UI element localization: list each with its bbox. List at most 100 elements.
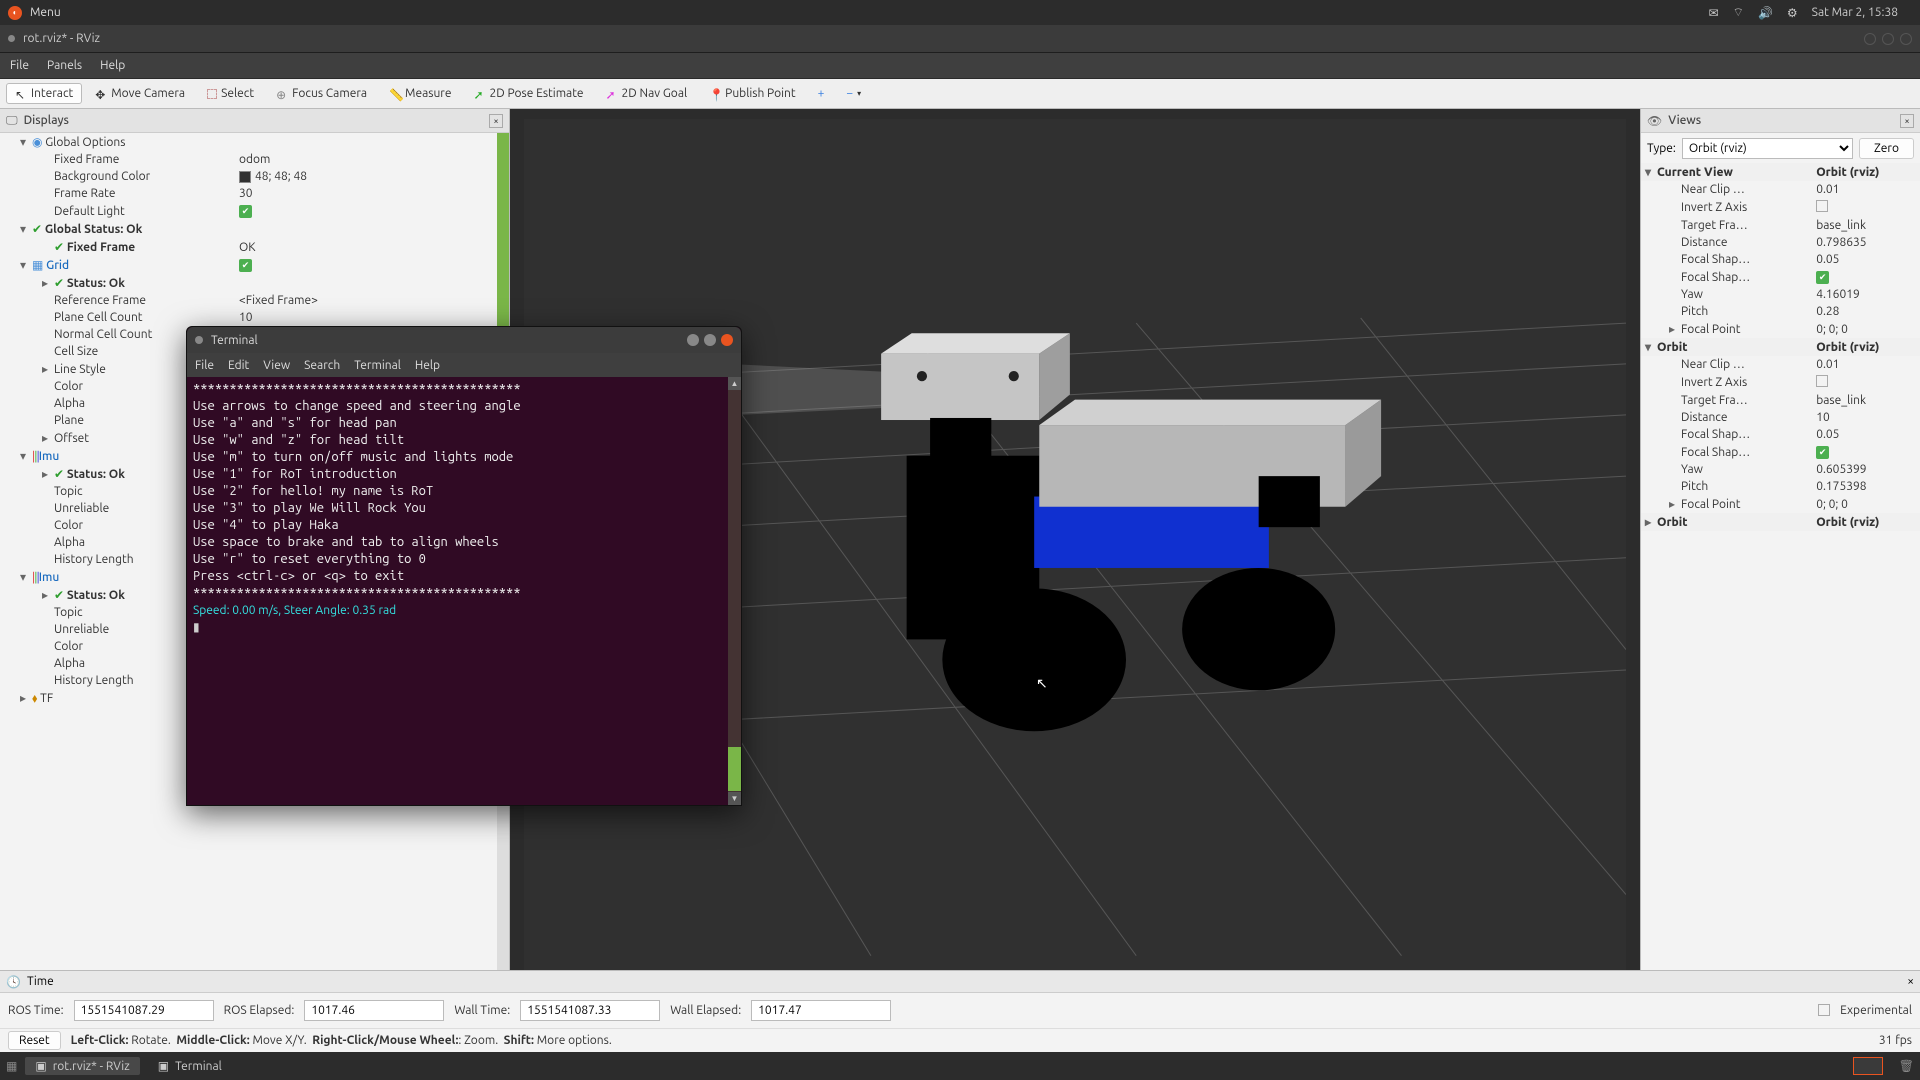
close-icon[interactable] <box>1900 33 1912 45</box>
views-tree[interactable]: ▾Current ViewOrbit (rviz)Near Clip …0.01… <box>1641 163 1920 984</box>
term-minimize-icon[interactable] <box>687 334 699 346</box>
pose-estimate-button[interactable]: ➚2D Pose Estimate <box>464 83 592 104</box>
panel-close-icon[interactable]: × <box>489 114 503 128</box>
minimize-icon[interactable] <box>1864 33 1876 45</box>
view-row[interactable]: Pitch0.175398 <box>1641 478 1920 495</box>
nav-goal-button[interactable]: ➚2D Nav Goal <box>597 83 697 104</box>
mail-icon[interactable]: ✉ <box>1709 6 1719 20</box>
view-row[interactable]: Focal Shap…0.05 <box>1641 426 1920 443</box>
toolbar: ↖Interact ✥Move Camera Select ⊕Focus Cam… <box>0 79 1920 109</box>
tree-row[interactable]: ▾▦ Grid✔ <box>0 256 509 274</box>
wifi-icon[interactable]: ⌔ <box>1733 5 1744 20</box>
view-row[interactable]: Focal Shap…✔ <box>1641 443 1920 461</box>
measure-button[interactable]: 📏Measure <box>380 83 460 104</box>
menu-help[interactable]: Help <box>100 59 125 72</box>
term-menu-view[interactable]: View <box>263 359 290 372</box>
reset-button[interactable]: Reset <box>8 1031 61 1050</box>
view-row[interactable]: Yaw0.605399 <box>1641 461 1920 478</box>
tree-row[interactable]: ▾✔ Global Status: Ok <box>0 220 509 238</box>
trash-icon[interactable]: 🗑 <box>1899 1059 1914 1073</box>
move-camera-button[interactable]: ✥Move Camera <box>86 83 194 104</box>
show-desktop-icon[interactable]: ▦ <box>6 1059 17 1073</box>
view-header-row[interactable]: ▸OrbitOrbit (rviz) <box>1641 513 1920 531</box>
tree-row[interactable]: ✔ Fixed FrameOK <box>0 238 509 256</box>
view-row[interactable]: Focal Shap…0.05 <box>1641 251 1920 268</box>
view-header-row[interactable]: ▾Current ViewOrbit (rviz) <box>1641 163 1920 181</box>
view-row[interactable]: Near Clip …0.01 <box>1641 181 1920 198</box>
term-menu-terminal[interactable]: Terminal <box>354 359 401 372</box>
tree-row[interactable]: ▸✔ Status: Ok <box>0 274 509 292</box>
focus-camera-button[interactable]: ⊕Focus Camera <box>267 83 376 104</box>
view-row[interactable]: Target Fra…base_link <box>1641 392 1920 409</box>
view-type-select[interactable]: Orbit (rviz) <box>1682 138 1853 159</box>
zero-button[interactable]: Zero <box>1859 138 1914 159</box>
scroll-up-icon[interactable]: ▲ <box>728 377 741 390</box>
term-close-icon[interactable] <box>721 334 733 346</box>
workspace-switcher[interactable] <box>1853 1057 1883 1075</box>
tree-row[interactable]: ▾◉ Global Options <box>0 133 509 151</box>
wall-time-field[interactable] <box>520 1000 660 1021</box>
view-row[interactable]: Target Fra…base_link <box>1641 217 1920 234</box>
tree-row[interactable]: Reference Frame<Fixed Frame> <box>0 292 509 309</box>
menu-label[interactable]: Menu <box>30 6 61 19</box>
tree-row[interactable]: Background Color48; 48; 48 <box>0 168 509 185</box>
term-menu-search[interactable]: Search <box>304 359 340 372</box>
view-row[interactable]: Invert Z Axis <box>1641 373 1920 392</box>
view-row[interactable]: Focal Shap…✔ <box>1641 268 1920 286</box>
remove-tool-button[interactable]: −▾ <box>837 83 870 104</box>
view-row[interactable]: ▸Focal Point0; 0; 0 <box>1641 495 1920 513</box>
tree-row[interactable]: Plane Cell Count10 <box>0 309 509 326</box>
time-close-icon[interactable]: × <box>1907 975 1914 988</box>
view-row[interactable]: Invert Z Axis <box>1641 198 1920 217</box>
ros-time-field[interactable] <box>74 1000 214 1021</box>
view-row[interactable]: Distance10 <box>1641 409 1920 426</box>
clock[interactable]: Sat Mar 2, 15:38 <box>1812 6 1898 19</box>
publish-point-button[interactable]: 📍Publish Point <box>700 83 804 104</box>
system-topbar: ◐ Menu ✉ ⌔ 🔊 ⚙ Sat Mar 2, 15:38 <box>0 0 1920 25</box>
view-header-row[interactable]: ▾OrbitOrbit (rviz) <box>1641 338 1920 356</box>
terminal-output[interactable]: ****************************************… <box>187 377 741 805</box>
displays-header[interactable]: 🖵 Displays × <box>0 109 509 133</box>
views-close-icon[interactable]: × <box>1900 114 1914 128</box>
gear-icon[interactable]: ⚙ <box>1787 6 1798 20</box>
term-menu-help[interactable]: Help <box>415 359 440 372</box>
ubuntu-logo-icon[interactable]: ◐ <box>8 6 22 20</box>
term-maximize-icon[interactable] <box>704 334 716 346</box>
view-row[interactable]: Yaw4.16019 <box>1641 286 1920 303</box>
ros-time-label: ROS Time: <box>8 1004 64 1017</box>
imu-icon: ||| <box>32 570 39 584</box>
views-panel: 👁 Views × Type: Orbit (rviz) Zero ▾Curre… <box>1640 109 1920 1022</box>
terminal-window[interactable]: Terminal File Edit View Search Terminal … <box>186 326 742 806</box>
term-menu-edit[interactable]: Edit <box>228 359 249 372</box>
rviz-icon: ▣ <box>35 1059 46 1073</box>
interact-button[interactable]: ↖Interact <box>6 83 82 104</box>
time-header[interactable]: 🕓 Time × <box>0 971 1920 993</box>
wall-elapsed-field[interactable] <box>751 1000 891 1021</box>
task-rviz[interactable]: ▣rot.rviz* - RViz <box>25 1057 139 1075</box>
views-header[interactable]: 👁 Views × <box>1641 109 1920 133</box>
focus-icon: ⊕ <box>276 88 288 100</box>
menu-panels[interactable]: Panels <box>47 59 82 72</box>
experimental-checkbox[interactable] <box>1818 1004 1830 1016</box>
maximize-icon[interactable] <box>1882 33 1894 45</box>
ros-elapsed-field[interactable] <box>304 1000 444 1021</box>
tree-row[interactable]: Default Light✔ <box>0 202 509 220</box>
tree-row[interactable]: Frame Rate30 <box>0 185 509 202</box>
terminal-scrollbar[interactable]: ▲ ▼ <box>728 377 741 805</box>
wall-time-label: Wall Time: <box>454 1004 510 1017</box>
tree-row[interactable]: Fixed Frameodom <box>0 151 509 168</box>
wall-elapsed-label: Wall Elapsed: <box>670 1004 741 1017</box>
add-tool-button[interactable]: + <box>809 83 834 104</box>
view-row[interactable]: Near Clip …0.01 <box>1641 356 1920 373</box>
select-button[interactable]: Select <box>198 83 263 104</box>
scroll-down-icon[interactable]: ▼ <box>728 792 741 805</box>
term-menu-file[interactable]: File <box>195 359 214 372</box>
terminal-titlebar[interactable]: Terminal <box>187 327 741 353</box>
sound-icon[interactable]: 🔊 <box>1758 6 1773 20</box>
menu-file[interactable]: File <box>10 59 29 72</box>
task-terminal[interactable]: ▣Terminal <box>148 1057 232 1075</box>
view-row[interactable]: ▸Focal Point0; 0; 0 <box>1641 320 1920 338</box>
view-row[interactable]: Pitch0.28 <box>1641 303 1920 320</box>
select-icon <box>207 89 217 99</box>
view-row[interactable]: Distance0.798635 <box>1641 234 1920 251</box>
